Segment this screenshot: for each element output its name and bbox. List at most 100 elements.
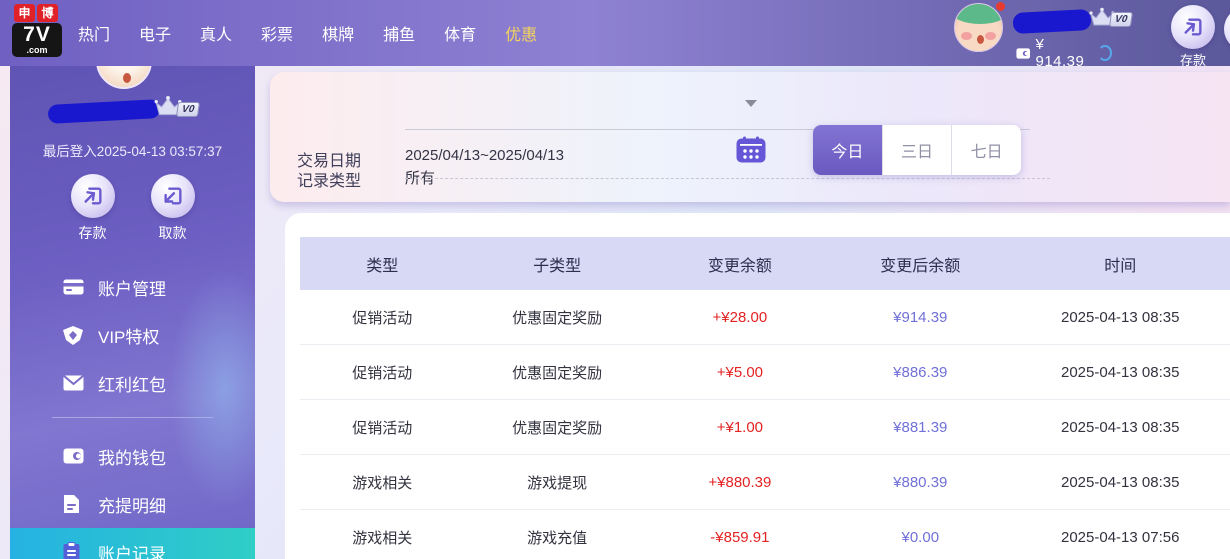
table-row: 游戏相关 游戏充值 -¥859.91 ¥0.00 2025-04-13 07:5… [300,510,1230,559]
sidebar-item-account-records[interactable]: 账户记录 [10,528,255,559]
sidebar-menu: 账户管理 VIP特权 红利红包 我的钱包 充提明细 账户记录 [10,263,255,559]
vip-level-tag: V0 [175,102,201,117]
col-header-balance-after: 变更后余额 [880,257,961,275]
logo-badge-bo: 博 [37,4,58,22]
cell-balance: ¥0.00 [901,529,940,546]
username-redacted [1012,8,1092,35]
tab-seven-days[interactable]: 七日 [952,125,1021,175]
sidebar-item-vip-privileges[interactable]: VIP特权 [10,311,255,359]
nav-item-live[interactable]: 真人 [200,21,232,45]
cell-subtype: 优惠固定奖励 [512,419,603,437]
vip-badge[interactable]: V0 [1088,7,1134,28]
sidebar-item-label: VIP特权 [98,327,160,347]
deposit-button[interactable]: 存款 [62,174,124,243]
deposit-label: 存款 [78,225,107,241]
wallet-icon [1016,47,1031,59]
tab-three-days[interactable]: 三日 [883,125,953,175]
vip-level-tag: V0 [1108,12,1134,27]
nav-item-chess[interactable]: 棋牌 [322,21,354,45]
cell-change: +¥5.00 [716,363,764,381]
cell-balance: ¥880.39 [893,473,948,491]
date-underline [405,178,1050,179]
cell-subtype: 优惠固定奖励 [512,309,603,327]
top-navbar: 申 博 7V .com 热门 电子 真人 彩票 棋牌 捕鱼 体育 优惠 V0 ¥… [0,0,1230,70]
sidebar-item-label: 我的钱包 [98,448,166,468]
avatar-blush [961,32,972,40]
sidebar-item-label: 账户管理 [98,279,166,299]
document-icon [63,494,84,515]
records-table: 类型 子类型 变更余额 变更后余额 时间 促销活动 优惠固定奖励 +¥28.00… [300,237,1230,559]
quick-action-button-partial[interactable] [1224,7,1230,51]
cell-change: +¥880.39 [708,473,772,491]
card-icon [63,277,84,298]
date-range-field[interactable]: 2025/04/13~2025/04/13 [405,147,765,165]
cell-time: 2025-04-13 08:35 [1061,308,1180,326]
logo-main: 7V .com [12,23,62,57]
quick-deposit-button[interactable]: 存款 [1170,5,1216,69]
tab-today[interactable]: 今日 [813,125,883,175]
sidebar-avatar[interactable] [96,66,152,89]
deposit-icon [83,187,102,205]
sidebar-item-my-wallet[interactable]: 我的钱包 [10,432,255,480]
nav-item-fishing[interactable]: 捕鱼 [383,21,415,45]
chevron-down-icon[interactable] [745,100,757,107]
cell-type: 促销活动 [352,419,413,437]
table-row: 促销活动 优惠固定奖励 +¥1.00 ¥881.39 2025-04-13 08… [300,400,1230,455]
date-range-tabs: 今日 三日 七日 [813,125,1021,175]
sidebar-actions: 存款 取款 [10,174,255,243]
nav-item-hot[interactable]: 热门 [78,21,110,45]
sidebar-item-account-management[interactable]: 账户管理 [10,263,255,311]
logo-text: 7V [23,23,51,46]
col-header-time: 时间 [1104,257,1137,275]
calendar-icon[interactable] [736,136,766,168]
table-row: 促销活动 优惠固定奖励 +¥5.00 ¥886.39 2025-04-13 08… [300,345,1230,400]
col-header-subtype: 子类型 [533,257,582,275]
cell-balance: ¥881.39 [893,418,948,436]
cell-change: +¥1.00 [716,418,764,436]
sidebar-item-bonus-redpacket[interactable]: 红利红包 [10,359,255,407]
cell-balance: ¥886.39 [893,363,948,381]
cell-time: 2025-04-13 08:35 [1061,363,1180,381]
cell-type: 游戏相关 [352,474,413,492]
balance-amount: ¥ 914.39 [1035,36,1085,70]
nav-item-lottery[interactable]: 彩票 [261,21,293,45]
avatar-mouth [977,35,984,44]
balance-row: ¥ 914.39 [1016,36,1112,70]
avatar[interactable] [954,3,1003,52]
cell-balance: ¥914.39 [893,308,948,326]
menu-divider [52,417,213,418]
sidebar-item-label: 充提明细 [98,496,166,516]
cell-change: +¥28.00 [712,308,768,326]
date-range-value: 2025/04/13~2025/04/13 [405,147,564,164]
envelope-icon [63,373,84,394]
nav-item-slots[interactable]: 电子 [139,21,171,45]
sidebar-item-deposit-withdraw-details[interactable]: 充提明细 [10,480,255,528]
nav-item-promotions[interactable]: 优惠 [505,21,537,45]
cell-time: 2025-04-13 08:35 [1061,418,1180,436]
vip-shield-icon [63,325,84,346]
col-header-type: 类型 [366,257,399,275]
main-nav: 热门 电子 真人 彩票 棋牌 捕鱼 体育 优惠 [78,0,537,66]
refresh-balance-icon[interactable] [1097,45,1112,61]
cell-subtype: 游戏充值 [527,530,588,547]
logo-suffix: .com [26,45,48,55]
withdraw-icon [163,187,182,205]
sidebar: V0 最后登入2025-04-13 03:57:37 存款 取款 账户管理 VI… [10,66,255,559]
table-row: 游戏相关 游戏提现 +¥880.39 ¥880.39 2025-04-13 08… [300,455,1230,510]
sidebar-item-label: 账户记录 [98,544,166,559]
site-logo[interactable]: 申 博 7V .com [12,4,62,57]
notification-dot [996,2,1005,11]
withdraw-label: 取款 [158,225,187,241]
clipboard-icon [63,542,84,559]
cell-change: -¥859.91 [710,529,770,546]
sidebar-username-redacted [47,99,161,124]
filter-panel: 记录类型 所有 交易日期 2025/04/13~2025/04/13 今日 三日… [270,72,1230,202]
last-login-text: 最后登入2025-04-13 03:57:37 [42,144,223,159]
deposit-icon [1184,18,1202,36]
cell-time: 2025-04-13 07:56 [1061,529,1180,546]
table-row: 促销活动 优惠固定奖励 +¥28.00 ¥914.39 2025-04-13 0… [300,290,1230,345]
withdraw-button[interactable]: 取款 [142,174,204,243]
cell-subtype: 优惠固定奖励 [512,364,603,382]
nav-item-sports[interactable]: 体育 [444,21,476,45]
sidebar-vip-badge[interactable]: V0 [153,95,201,118]
